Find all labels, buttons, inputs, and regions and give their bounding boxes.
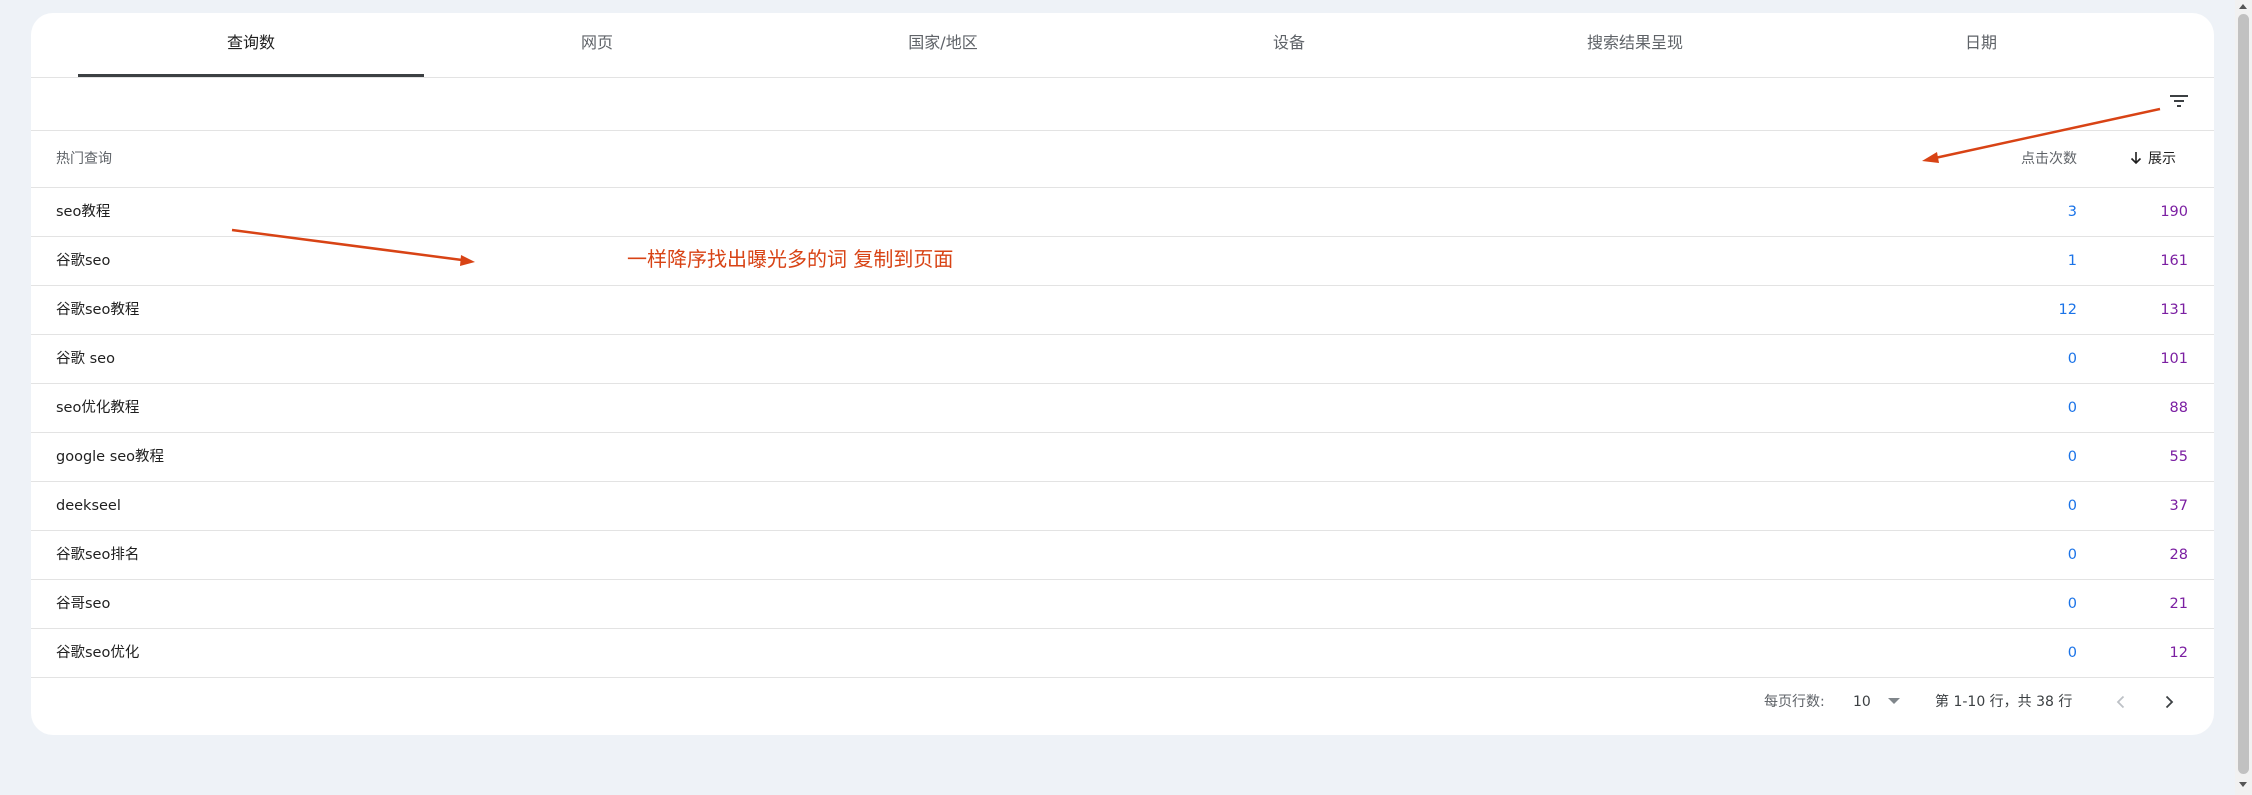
query-cell: 谷歌seo优化	[56, 645, 140, 661]
query-cell: 谷歌seo	[56, 253, 111, 269]
clicks-cell: 0	[2067, 645, 2077, 661]
page-range-text: 第 1-10 行，共 38 行	[1935, 694, 2073, 710]
query-cell: 谷歌 seo	[56, 351, 115, 367]
impressions-cell: 37	[2111, 482, 2214, 530]
scroll-thumb[interactable]	[2238, 14, 2249, 774]
table-header: 热门查询 点击次数 展示	[31, 131, 2214, 188]
clicks-cell: 0	[2067, 449, 2077, 465]
query-cell: seo教程	[56, 204, 111, 220]
table-row[interactable]: 谷歌seo 1 161	[31, 237, 2214, 286]
impressions-value: 161	[2160, 253, 2188, 269]
pagination-bar: 每页行数: 10 第 1-10 行，共 38 行	[31, 685, 2214, 735]
active-tab-indicator	[78, 74, 424, 77]
impressions-cell: 161	[2111, 237, 2214, 285]
query-cell: deekseel	[56, 498, 121, 514]
table-row[interactable]: 谷歌seo排名 0 28	[31, 531, 2214, 580]
query-cell: 谷歌seo教程	[56, 302, 140, 318]
impressions-cell: 28	[2111, 531, 2214, 579]
query-cell: google seo教程	[56, 449, 165, 465]
rows-per-page-value: 10	[1853, 694, 1871, 710]
column-header-impressions[interactable]: 展示	[2129, 131, 2214, 187]
clicks-cell: 3	[2067, 204, 2077, 220]
table-row[interactable]: 谷歌seo优化 0 12	[31, 629, 2214, 678]
impressions-value: 37	[2169, 498, 2188, 514]
query-cell: 谷歌seo排名	[56, 547, 140, 563]
impressions-value: 28	[2169, 547, 2188, 563]
annotation-note: 一样降序找出曝光多的词 复制到页面	[627, 247, 954, 271]
page-scrollbar[interactable]	[2235, 0, 2252, 795]
clicks-cell: 12	[2058, 302, 2077, 318]
tab-queries[interactable]: 查询数	[78, 13, 424, 77]
impressions-cell: 190	[2111, 188, 2214, 236]
rows-per-page-label: 每页行数:	[1764, 694, 1825, 710]
query-cell: seo优化教程	[56, 400, 140, 416]
table-row[interactable]: deekseel 0 37	[31, 482, 2214, 531]
column-header-query[interactable]: 热门查询	[56, 131, 112, 187]
scroll-up-icon[interactable]	[2239, 4, 2247, 9]
impressions-cell: 21	[2111, 580, 2214, 628]
tab-search-appearance[interactable]: 搜索结果呈现	[1462, 13, 1808, 77]
impressions-cell: 131	[2111, 286, 2214, 334]
query-cell: 谷哥seo	[56, 596, 111, 612]
filter-icon[interactable]	[2166, 88, 2192, 114]
clicks-cell: 1	[2067, 253, 2077, 269]
table-row[interactable]: seo优化教程 0 88	[31, 384, 2214, 433]
table-row[interactable]: 谷歌seo教程 12 131	[31, 286, 2214, 335]
table-row[interactable]: seo教程 3 190	[31, 188, 2214, 237]
tab-pages[interactable]: 网页	[424, 13, 770, 77]
clicks-cell: 0	[2067, 547, 2077, 563]
impressions-value: 55	[2169, 449, 2188, 465]
impressions-value: 21	[2169, 596, 2188, 612]
chevron-left-icon[interactable]	[2110, 691, 2132, 713]
tab-dates[interactable]: 日期	[1808, 13, 2154, 77]
chevron-right-icon[interactable]	[2158, 691, 2180, 713]
filter-bar	[31, 78, 2214, 131]
impressions-cell: 88	[2111, 384, 2214, 432]
impressions-cell: 101	[2111, 335, 2214, 383]
table-row[interactable]: 谷哥seo 0 21	[31, 580, 2214, 629]
column-header-clicks[interactable]: 点击次数	[1931, 131, 2077, 187]
arrow-down-icon	[2129, 133, 2143, 165]
impressions-value: 88	[2169, 400, 2188, 416]
column-header-impressions-label: 展示	[2148, 151, 2176, 167]
scroll-down-icon[interactable]	[2239, 782, 2247, 787]
clicks-cell: 0	[2067, 400, 2077, 416]
performance-table-card: 查询数 网页 国家/地区 设备 搜索结果呈现 日期 热门查询 点击次数 展示 s…	[31, 13, 2214, 735]
impressions-cell: 55	[2111, 433, 2214, 481]
dropdown-caret-icon	[1888, 698, 1900, 704]
rows-per-page-select[interactable]: 10	[1853, 689, 1913, 715]
table-row[interactable]: 谷歌 seo 0 101	[31, 335, 2214, 384]
clicks-cell: 0	[2067, 498, 2077, 514]
clicks-cell: 0	[2067, 351, 2077, 367]
dimension-tabs: 查询数 网页 国家/地区 设备 搜索结果呈现 日期	[31, 13, 2214, 78]
impressions-value: 101	[2160, 351, 2188, 367]
impressions-value: 131	[2160, 302, 2188, 318]
table-row[interactable]: google seo教程 0 55	[31, 433, 2214, 482]
tab-devices[interactable]: 设备	[1116, 13, 1462, 77]
impressions-value: 12	[2169, 645, 2188, 661]
tab-countries[interactable]: 国家/地区	[770, 13, 1116, 77]
impressions-value: 190	[2160, 204, 2188, 220]
impressions-cell: 12	[2111, 629, 2214, 677]
clicks-cell: 0	[2067, 596, 2077, 612]
